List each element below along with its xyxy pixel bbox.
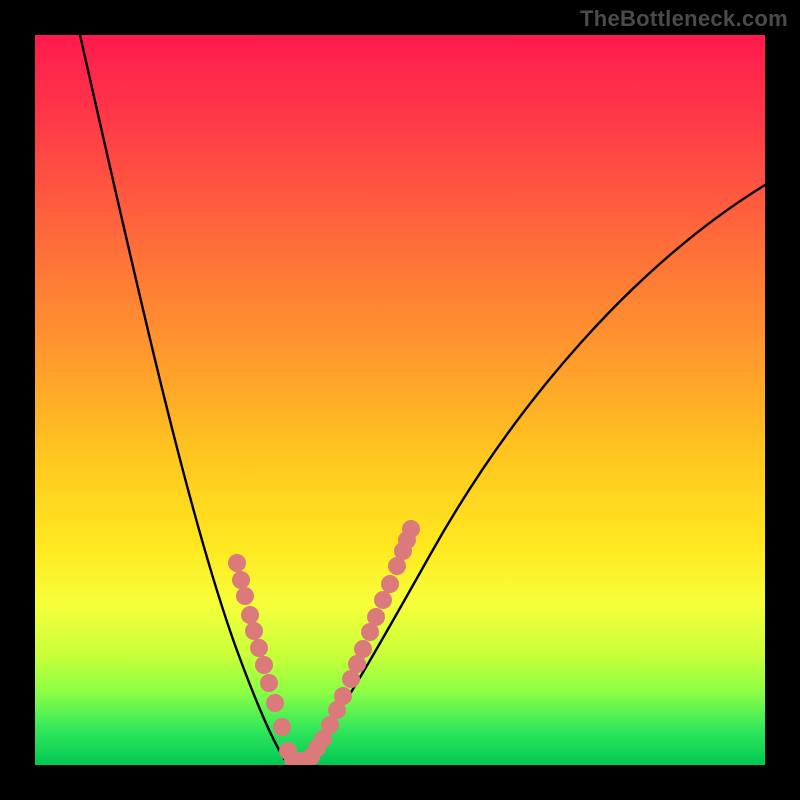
highlight-dot [314,730,332,748]
curve-right-branch [291,185,765,765]
highlight-dot [232,571,250,589]
highlight-dot [367,608,385,626]
highlight-dot [354,640,372,658]
bottleneck-curve [35,35,765,765]
highlight-dot [402,520,420,538]
highlight-dot [236,587,254,605]
highlight-dot [334,687,352,705]
highlight-dot [273,718,291,736]
highlight-dot [398,531,416,549]
highlight-dot [228,554,246,572]
highlight-dot [342,670,360,688]
highlight-dot [284,751,302,765]
highlight-dot [241,606,259,624]
highlight-dot [308,739,326,757]
highlight-dot [279,742,297,760]
highlight-dot [266,694,284,712]
highlight-dot [394,542,412,560]
highlight-dots [228,520,420,765]
highlight-dot [361,623,379,641]
highlight-dot [245,622,263,640]
highlight-dot [292,752,310,765]
highlight-dot [255,656,273,674]
highlight-dot [260,674,278,692]
highlight-dots-layer [35,35,765,765]
branding-watermark: TheBottleneck.com [580,6,788,32]
highlight-dot [321,716,339,734]
highlight-dot [302,748,320,765]
highlight-dot [328,701,346,719]
plot-area [35,35,765,765]
curve-left-branch [80,35,291,765]
highlight-dot [250,639,268,657]
highlight-dot [388,557,406,575]
chart-frame: TheBottleneck.com [0,0,800,800]
highlight-dot [374,591,392,609]
highlight-dot [381,575,399,593]
highlight-dot [348,655,366,673]
